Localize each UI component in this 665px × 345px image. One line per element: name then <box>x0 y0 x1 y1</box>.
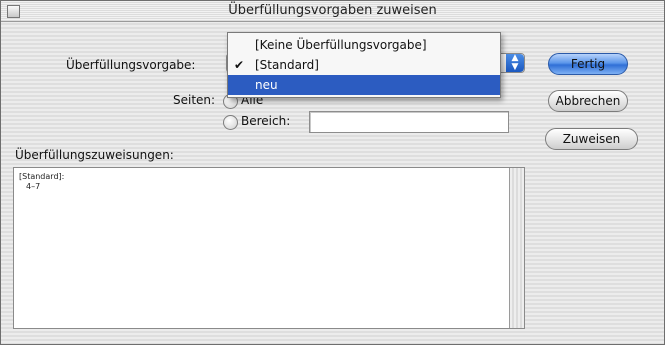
menu-item-label: neu <box>255 78 278 92</box>
close-box-icon[interactable] <box>7 5 20 18</box>
list-item-preset: [Standard]: <box>19 172 65 181</box>
cancel-button[interactable]: Abbrechen <box>548 90 628 112</box>
range-input[interactable] <box>309 111 509 133</box>
menu-item-none[interactable]: [Keine Überfüllungsvorgabe] <box>228 35 500 55</box>
assign-button[interactable]: Zuweisen <box>545 128 638 150</box>
menu-item-label: [Keine Überfüllungsvorgabe] <box>255 38 427 52</box>
radio-range[interactable] <box>223 115 238 130</box>
menu-item-label: [Standard] <box>255 58 319 72</box>
preset-dropdown-menu: [Keine Überfüllungsvorgabe] ✔ [Standard]… <box>227 32 501 98</box>
title-bar[interactable]: Überfüllungsvorgaben zuweisen <box>1 1 664 22</box>
popup-arrows-icon: ▲ ▼ <box>506 54 524 72</box>
list-scrollbar[interactable] <box>509 168 524 328</box>
done-button[interactable]: Fertig <box>548 53 628 75</box>
radio-range-label: Bereich: <box>241 114 291 128</box>
pages-label: Seiten: <box>173 93 216 107</box>
dialog-window: Überfüllungsvorgaben zuweisen Überfüllun… <box>0 0 665 345</box>
checkmark-icon: ✔ <box>234 58 245 72</box>
assignments-heading: Überfüllungszuweisungen: <box>15 148 174 162</box>
menu-item-neu[interactable]: neu <box>228 75 500 95</box>
assignments-list[interactable]: [Standard]: 4–7 <box>13 167 525 329</box>
list-item-pages: 4–7 <box>26 182 41 191</box>
window-title: Überfüllungsvorgaben zuweisen <box>228 3 437 18</box>
menu-item-standard[interactable]: ✔ [Standard] <box>228 55 500 75</box>
preset-label: Überfüllungsvorgabe: <box>66 58 196 72</box>
